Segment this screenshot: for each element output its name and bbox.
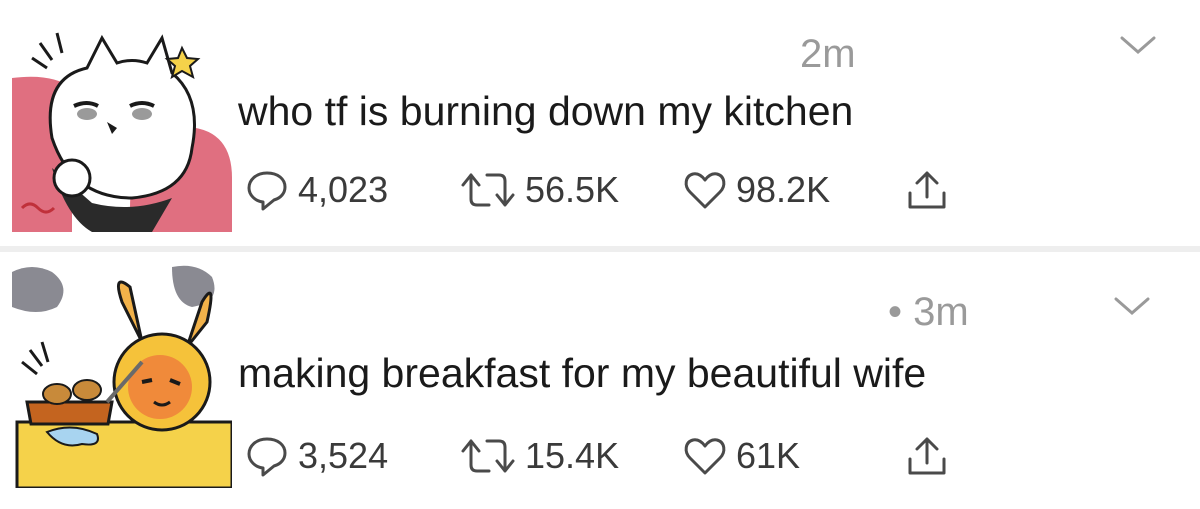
retweet-icon bbox=[461, 439, 515, 473]
reply-icon bbox=[247, 171, 287, 211]
orange-fox-cooking-avatar-icon bbox=[12, 262, 232, 488]
tweet-actions: 3,524 15.4K 61K bbox=[244, 428, 984, 484]
like-button[interactable]: 98.2K bbox=[682, 162, 830, 218]
reply-button[interactable]: 4,023 bbox=[244, 162, 388, 218]
reply-count: 3,524 bbox=[298, 435, 389, 476]
reply-icon bbox=[247, 437, 287, 477]
avatar[interactable] bbox=[12, 262, 232, 488]
reply-count: 4,023 bbox=[298, 169, 389, 210]
share-icon bbox=[908, 171, 946, 209]
chevron-down-icon[interactable] bbox=[1112, 295, 1152, 319]
reply-button[interactable]: 3,524 bbox=[244, 428, 388, 484]
tweet-2[interactable]: • 3m making breakfast for my beautiful w… bbox=[0, 252, 1200, 509]
chevron-down-icon[interactable] bbox=[1118, 34, 1158, 58]
retweet-count: 15.4K bbox=[525, 435, 620, 476]
retweet-count: 56.5K bbox=[525, 169, 620, 210]
tweet-text: making breakfast for my beautiful wife bbox=[238, 350, 927, 396]
share-button[interactable] bbox=[904, 162, 950, 218]
retweet-button[interactable]: 15.4K bbox=[459, 428, 619, 484]
tweet-timestamp: • 3m bbox=[888, 290, 969, 334]
like-count: 61K bbox=[736, 435, 801, 476]
heart-icon bbox=[684, 172, 726, 209]
white-dog-avatar-icon bbox=[12, 18, 232, 232]
retweet-button[interactable]: 56.5K bbox=[459, 162, 619, 218]
heart-icon bbox=[684, 438, 726, 475]
avatar[interactable] bbox=[12, 18, 232, 232]
retweet-icon bbox=[461, 173, 515, 207]
like-count: 98.2K bbox=[736, 169, 831, 210]
share-button[interactable] bbox=[904, 428, 950, 484]
share-icon bbox=[908, 437, 946, 475]
tweet-text: who tf is burning down my kitchen bbox=[238, 88, 854, 134]
tweet-timestamp: 2m bbox=[800, 32, 856, 76]
tweet-actions: 4,023 56.5K 98.2K bbox=[244, 162, 984, 218]
like-button[interactable]: 61K bbox=[682, 428, 800, 484]
tweet-1[interactable]: 2m who tf is burning down my kitchen 4,0… bbox=[0, 0, 1200, 246]
